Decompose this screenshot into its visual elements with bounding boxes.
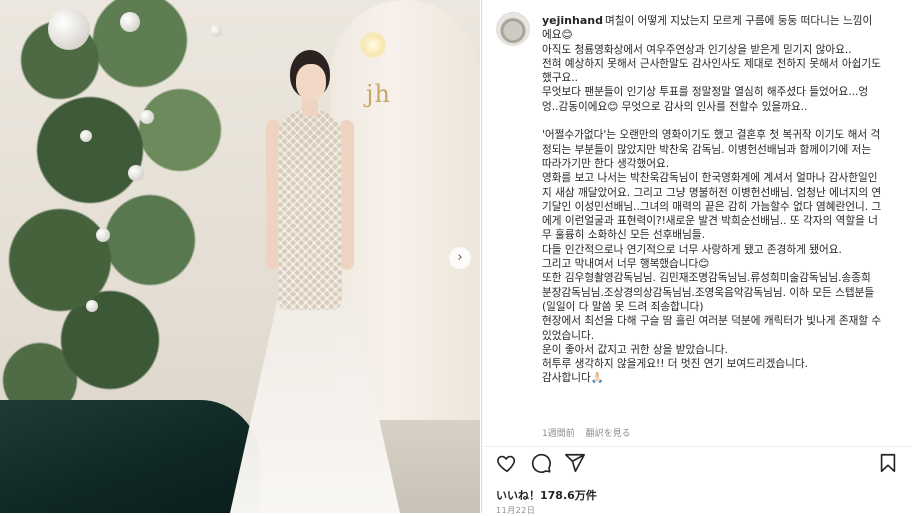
action-bar — [496, 452, 899, 476]
ornament — [128, 165, 144, 181]
face — [296, 64, 326, 100]
avatar[interactable] — [496, 12, 530, 46]
caption-line: 다들 인간적으로나 연기적으로 너무 사랑하게 됐고 존경하게 됐어요. — [542, 243, 842, 256]
caption-line: 아직도 청룡영화상에서 여우주연상과 인기상을 받은게 믿기지 않아요.. — [542, 43, 852, 56]
caption-line: 영화를 보고 나서는 박찬욱감독님이 한국영화계에 계셔서 얼마나 감사한일인 — [542, 172, 878, 185]
post-date: 11月22日 — [496, 506, 536, 515]
caption-line: 감사합니다🙏🏻 — [542, 372, 604, 385]
caption-line: 있었습니다. — [542, 329, 595, 342]
caption-line: 기달인 이성민선배님..그녀의 매력의 끝은 감히 가늠할수 없다 염혜란언니.… — [542, 200, 882, 213]
caption-line: 에요😊 — [542, 29, 573, 42]
ornament — [96, 228, 110, 242]
caption-line: 현장에서 최선을 다해 구슬 땀 흘린 여러분 덕분에 캐릭터가 빛나게 존재할… — [542, 315, 882, 328]
heart-icon[interactable] — [496, 452, 518, 474]
caption-line: 따라가기만 한다 생각했어요. — [542, 157, 670, 170]
ornament — [86, 300, 98, 312]
bookmark-icon[interactable] — [877, 452, 899, 474]
caption-line: 전혀 예상하지 못해서 근사한말도 감사인사도 제대로 전하지 못해서 아쉽기도 — [542, 57, 881, 70]
woman-in-gown — [230, 50, 400, 513]
caption-line: 분장감독님님.조상경의상감독님님.조영욱음악감독님님. 이하 모든 스텝분들 — [542, 286, 875, 299]
post-panel: yejinhand 며칠이 어떻게 지났는지 모르게 구름에 둥둥 떠다니는 느… — [481, 0, 912, 515]
caption-line: 운이 좋아서 값지고 귀한 상을 받았습니다. — [542, 343, 728, 356]
post-photo[interactable]: jh › — [0, 0, 480, 513]
caption-line: 무 훌륭히 소화하신 모든 선후배님들. — [542, 229, 706, 242]
time-ago: 1週間前 — [542, 429, 575, 439]
caption-line: 또한 김우형촬영감독님님. 김민재조명감독님님.류성희미술감독님님.송종희 — [542, 272, 871, 285]
caption-line: 허투루 생각하지 않을게요!! 더 멋진 연기 보여드리겠습니다. — [542, 358, 808, 371]
next-photo-button[interactable]: › — [449, 247, 471, 269]
translate-link[interactable]: 翻訳を見る — [586, 429, 631, 439]
caption-line: 에게 이런얼굴과 표현력이?!새로운 발견 박희순선배님.. 또 각자의 역할을… — [542, 215, 878, 228]
caption-line: (일일이 다 말씀 못 드려 죄송합니다) — [542, 300, 704, 313]
caption-line: 정되는 부분들이 많았지만 박찬욱 감독님. 이병헌선배님과 함께이기에 저는 — [542, 143, 872, 156]
ornament — [120, 12, 140, 32]
ornament — [80, 130, 92, 142]
arm — [340, 120, 354, 270]
flower-installation — [0, 0, 240, 440]
caption-line: 그리고 막내여서 너무 행복했습니다😊 — [542, 258, 710, 271]
caption-line: '어쩔수가없다'는 오랜만의 영화이기도 했고 결혼후 첫 복귀작 이기도 해서… — [542, 129, 881, 142]
caption-line: 했구요.. — [542, 72, 578, 85]
velvet-drape — [0, 400, 260, 513]
like-count[interactable]: いいね！178.6万件 — [496, 487, 597, 503]
caption-line: 무엇보다 팬분들이 인기상 투표를 정말정말 열심히 해주셨다 들었어요...엉 — [542, 86, 869, 99]
share-icon[interactable] — [564, 452, 586, 474]
ornament — [140, 110, 154, 124]
instagram-post: jh › yejinhand 며칠이 어떻게 지났는지 모르게 구름에 둥둥 떠 — [0, 0, 912, 515]
caption-text: yejinhand 며칠이 어떻게 지났는지 모르게 구름에 둥둥 떠다니는 느… — [542, 14, 893, 386]
caption-line: 지 새삼 깨달았어요. 그리고 그냥 명불허전 이병헌선배님. 엄청난 에너지의… — [542, 186, 882, 199]
post-meta: 1週間前 翻訳を見る — [542, 426, 639, 439]
neck — [302, 98, 318, 116]
caption-line: 엉..감동이에요😊 무엇으로 감사의 인사를 전할수 있을까요.. — [542, 100, 808, 113]
comment-icon[interactable] — [530, 452, 552, 474]
ornament — [210, 25, 222, 37]
caption-line — [542, 114, 893, 128]
divider — [482, 446, 912, 447]
ornament — [48, 8, 90, 50]
gown-bodice — [278, 110, 342, 310]
username-link[interactable]: yejinhand — [542, 14, 603, 28]
